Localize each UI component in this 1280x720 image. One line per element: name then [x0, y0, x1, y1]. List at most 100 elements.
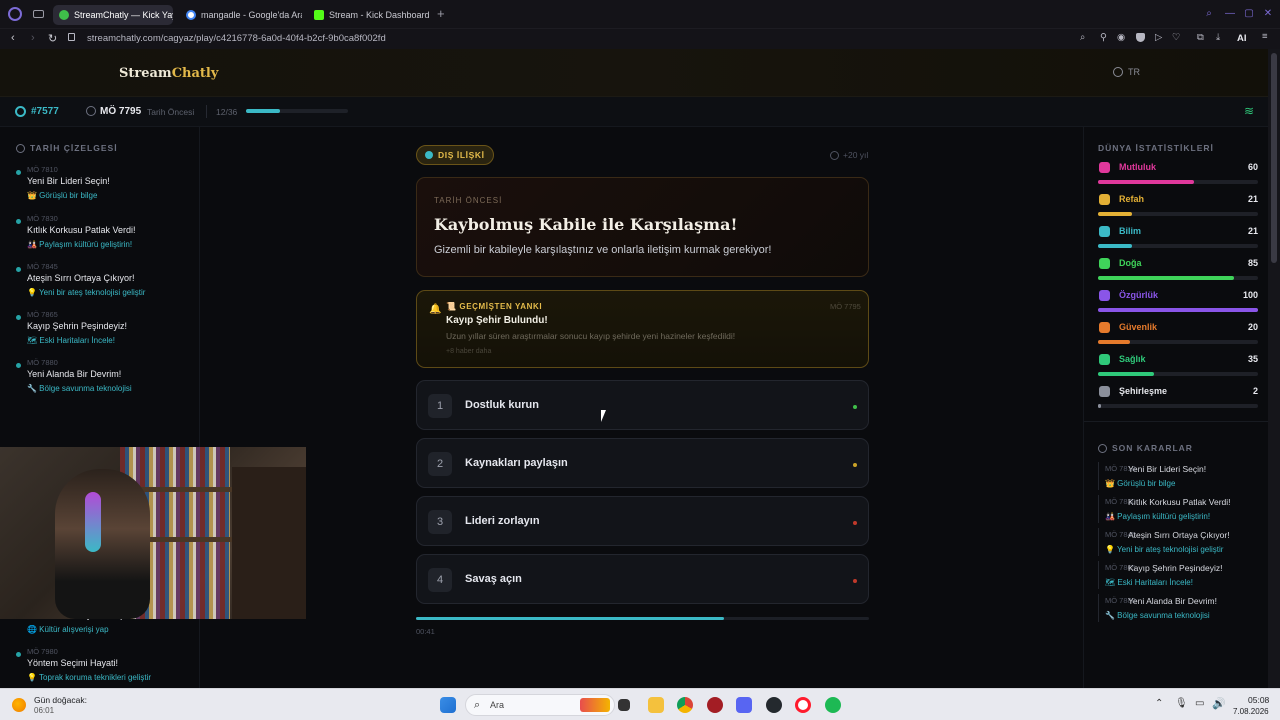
- clock-time[interactable]: 05:08: [1248, 695, 1269, 705]
- timeline-item[interactable]: MÖ 7830 Kıtlık Korkusu Patlak Verdi! 🎎 Pay…: [0, 214, 200, 254]
- timer-text: 00:41: [416, 627, 435, 636]
- menu-icon[interactable]: ≡: [1262, 31, 1268, 42]
- pin-icon[interactable]: ⚲: [1100, 32, 1107, 43]
- microphone-icon[interactable]: 🎙: [1175, 698, 1188, 709]
- tab-overview-icon[interactable]: [33, 10, 44, 18]
- decision-line: [1098, 528, 1099, 556]
- send-icon[interactable]: ▷: [1155, 32, 1162, 43]
- discord-icon[interactable]: [736, 697, 752, 713]
- app-icon[interactable]: [707, 697, 723, 713]
- globe-icon: [15, 106, 26, 117]
- decision-item[interactable]: MÖ 7845 Ateşin Sırrı Ortaya Çıkıyor! 💡 Yen…: [1098, 528, 1258, 558]
- weather-title[interactable]: Gün doğacak:: [34, 695, 87, 705]
- decision-choice: 💡 Yeni bir ateş teknolojisi geliştir: [1105, 545, 1224, 554]
- decision-title: Yeni Bir Lideri Seçin!: [1128, 464, 1207, 474]
- start-menu-icon[interactable]: [440, 697, 456, 713]
- chrome-icon[interactable]: [677, 697, 693, 713]
- timeline-dot: [16, 652, 21, 657]
- download-icon[interactable]: ⤓: [1216, 32, 1220, 43]
- timeline-item[interactable]: MÖ 7865 Kayıp Şehrin Peşindeyiz! 🗺 Eski Ha…: [0, 310, 200, 350]
- zoom-icon[interactable]: ⌕: [1080, 32, 1085, 43]
- shield-icon: [1099, 322, 1110, 333]
- stat-value: 21: [1247, 226, 1258, 236]
- clock-date[interactable]: 7.08.2026: [1233, 707, 1269, 716]
- opera-icon[interactable]: [795, 697, 811, 713]
- game-status-bar: #7577 MÖ 7795 Tarih Öncesi 12/36 ≋: [0, 97, 1268, 127]
- stat-bar-track: [1098, 244, 1258, 248]
- page-scrollbar[interactable]: [1268, 49, 1280, 688]
- timeline-year: MÖ 7830: [27, 214, 58, 223]
- decision-title: Ateşin Sırrı Ortaya Çıkıyor!: [1128, 530, 1230, 540]
- adblock-shield-icon[interactable]: [1136, 33, 1145, 42]
- choice-button-4[interactable]: 4 Savaş açın: [416, 554, 869, 604]
- stat-bar-fill: [1098, 244, 1132, 248]
- camera-icon[interactable]: ◉: [1117, 32, 1125, 43]
- decision-item[interactable]: MÖ 7810 Yeni Bir Lideri Seçin! 👑 Görüşlü b…: [1098, 462, 1258, 492]
- forward-icon[interactable]: ›: [31, 32, 35, 44]
- file-explorer-icon[interactable]: [648, 697, 664, 713]
- language-selector[interactable]: TR: [1113, 67, 1140, 77]
- tab-kick-dashboard[interactable]: Stream - Kick Dashboard: [308, 5, 430, 25]
- new-tab-button[interactable]: +: [437, 6, 445, 21]
- weather-time[interactable]: 06:01: [34, 706, 54, 715]
- decision-title: Yeni Alanda Bir Devrim!: [1128, 596, 1217, 606]
- smile-icon: [1099, 162, 1110, 173]
- ai-button[interactable]: AI: [1237, 33, 1247, 44]
- scrollbar-thumb[interactable]: [1271, 53, 1277, 263]
- timeline-choice: 💡 Yeni bir ateş teknolojisi geliştir: [27, 288, 146, 297]
- close-window-icon[interactable]: ✕: [1262, 8, 1274, 20]
- url-field[interactable]: streamchatly.com/cagyaz/play/c4216778-6a…: [87, 33, 386, 44]
- timeline-item[interactable]: MÖ 7880 Yeni Alanda Bir Devrim! 🔧 Bölge sa…: [0, 358, 200, 398]
- choice-button-3[interactable]: 3 Lideri zorlayın: [416, 496, 869, 546]
- decision-item[interactable]: MÖ 7830 Kıtlık Korkusu Patlak Verdi! 🎎 Pay…: [1098, 495, 1258, 525]
- echo-year: MÖ 7795: [830, 302, 861, 311]
- decision-item[interactable]: MÖ 7880 Yeni Alanda Bir Devrim! 🔧 Bölge sa…: [1098, 594, 1258, 624]
- opera-logo-icon[interactable]: [8, 7, 22, 21]
- volume-icon[interactable]: 🔊: [1212, 697, 1226, 710]
- maximize-icon[interactable]: ▢: [1243, 8, 1255, 20]
- back-icon[interactable]: ‹: [11, 32, 15, 44]
- site-logo[interactable]: StreamChatly: [119, 66, 218, 81]
- spotify-icon[interactable]: [825, 697, 841, 713]
- tab-streamchatly[interactable]: StreamChatly — Kick Yayın: [53, 5, 173, 25]
- current-era: Tarih Öncesi: [147, 107, 195, 117]
- timeline-choice: 🌐 Kültür alışverişi yap: [27, 625, 109, 634]
- stat-bar-fill: [1098, 308, 1258, 312]
- tab-title: mangadle - Google'da Ara: [201, 10, 302, 20]
- timeline-item[interactable]: MÖ 7980 Yöntem Seçimi Hayati! 💡 Toprak kor…: [0, 647, 200, 687]
- timeline-title-text: Yeni Bir Lideri Seçin!: [27, 176, 110, 186]
- address-bar: ‹ › ↻ streamchatly.com/cagyaz/play/c4216…: [0, 29, 1280, 49]
- choice-button-2[interactable]: 2 Kaynakları paylaşın: [416, 438, 869, 488]
- decision-choice: 🗺 Eski Haritaları İncele!: [1105, 578, 1193, 587]
- reload-icon[interactable]: ↻: [48, 32, 57, 45]
- stat-value: 21: [1247, 194, 1258, 204]
- weather-icon[interactable]: [12, 698, 26, 712]
- tray-chevron-icon[interactable]: ⌃: [1155, 698, 1163, 709]
- github-icon[interactable]: [766, 697, 782, 713]
- timeline-item[interactable]: MÖ 7810 Yeni Bir Lideri Seçin! 👑 Görüşlü b…: [0, 165, 200, 205]
- tab-google[interactable]: mangadle - Google'da Ara: [180, 5, 302, 25]
- taskbar-search[interactable]: ⌕ Ara: [465, 694, 615, 716]
- timeline-year: MÖ 7810: [27, 165, 58, 174]
- network-icon[interactable]: ▭: [1195, 698, 1204, 709]
- extensions-icon[interactable]: ⧉: [1197, 32, 1204, 43]
- search-tabs-icon[interactable]: ⌕: [1203, 8, 1215, 20]
- timeline-item[interactable]: MÖ 7845 Ateşin Sırrı Ortaya Çıkıyor! 💡 Yen…: [0, 262, 200, 302]
- echo-more-link[interactable]: +8 haber daha: [446, 348, 491, 355]
- minimize-icon[interactable]: —: [1224, 8, 1236, 20]
- stat-name: Refah: [1119, 194, 1145, 204]
- task-view-icon[interactable]: [618, 699, 630, 711]
- decision-title: Kıtlık Korkusu Patlak Verdi!: [1128, 497, 1231, 507]
- health-icon: [1099, 354, 1110, 365]
- choice-button-1[interactable]: 1 Dostluk kurun: [416, 380, 869, 430]
- kick-favicon-icon: [314, 10, 324, 20]
- streamer: [55, 469, 150, 619]
- decision-item[interactable]: MÖ 7865 Kayıp Şehrin Peşindeyiz! 🗺 Eski Ha…: [1098, 561, 1258, 591]
- lock-icon[interactable]: [68, 33, 75, 41]
- clock-icon: [830, 150, 839, 160]
- headset-icon: [85, 492, 101, 552]
- heart-icon[interactable]: ♡: [1172, 32, 1181, 43]
- decisions-title: SON KARARLAR: [1098, 443, 1193, 453]
- timeline-choice: 🎎 Paylaşım kültürü geliştirin!: [27, 240, 133, 249]
- decision-line: [1098, 462, 1099, 490]
